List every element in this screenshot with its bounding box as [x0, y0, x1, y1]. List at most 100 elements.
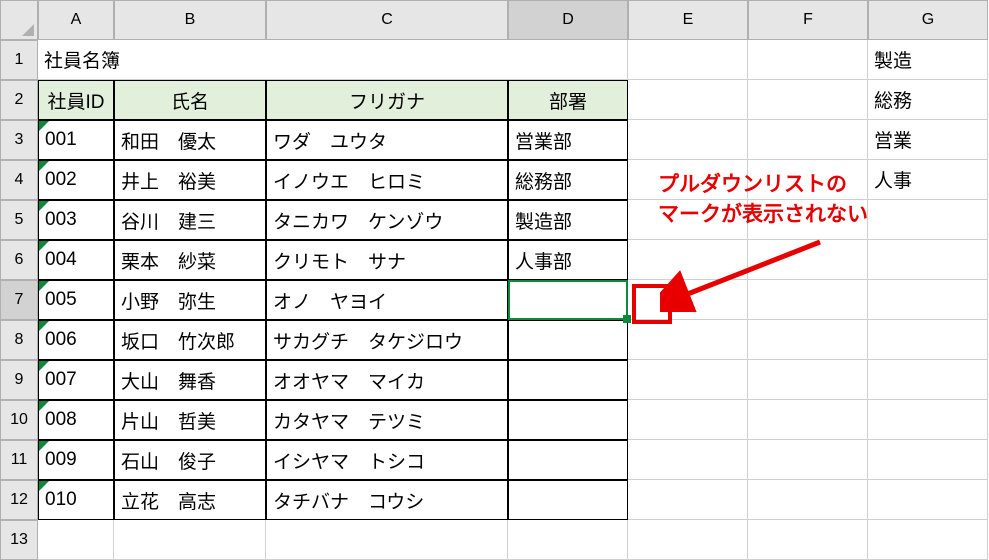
cell-A1-title[interactable]: 社員名簿 — [38, 40, 628, 80]
cell-F11[interactable] — [748, 440, 868, 480]
cell-F8[interactable] — [748, 320, 868, 360]
cell-C8[interactable]: サカグチ タケジロウ — [266, 320, 508, 360]
cell-G4[interactable]: 人事 — [868, 160, 988, 200]
col-header-B[interactable]: B — [114, 0, 266, 40]
cell-D11[interactable] — [508, 440, 628, 480]
row-header-3[interactable]: 3 — [0, 120, 38, 160]
row-header-1[interactable]: 1 — [0, 40, 38, 80]
cell-E1[interactable] — [628, 40, 748, 80]
cell-F13[interactable] — [748, 520, 868, 560]
row-header-6[interactable]: 6 — [0, 240, 38, 280]
row-header-11[interactable]: 11 — [0, 440, 38, 480]
cell-A5[interactable]: 003 — [38, 200, 114, 240]
row-header-8[interactable]: 8 — [0, 320, 38, 360]
cell-D7-selected[interactable] — [508, 280, 628, 320]
col-header-C[interactable]: C — [266, 0, 508, 40]
cell-E9[interactable] — [628, 360, 748, 400]
cell-F12[interactable] — [748, 480, 868, 520]
cell-B7[interactable]: 小野 弥生 — [114, 280, 266, 320]
cell-G6[interactable] — [868, 240, 988, 280]
row-header-2[interactable]: 2 — [0, 80, 38, 120]
cell-D12[interactable] — [508, 480, 628, 520]
cell-C9[interactable]: オオヤマ マイカ — [266, 360, 508, 400]
cell-B10[interactable]: 片山 哲美 — [114, 400, 266, 440]
cell-F6[interactable] — [748, 240, 868, 280]
cell-E2[interactable] — [628, 80, 748, 120]
cell-G11[interactable] — [868, 440, 988, 480]
cell-B12[interactable]: 立花 高志 — [114, 480, 266, 520]
cell-A2[interactable]: 社員ID — [38, 80, 114, 120]
cell-A8[interactable]: 006 — [38, 320, 114, 360]
row-header-5[interactable]: 5 — [0, 200, 38, 240]
row-header-10[interactable]: 10 — [0, 400, 38, 440]
cell-D6[interactable]: 人事部 — [508, 240, 628, 280]
col-header-G[interactable]: G — [868, 0, 988, 40]
cell-C5[interactable]: タニカワ ケンゾウ — [266, 200, 508, 240]
cell-A12[interactable]: 010 — [38, 480, 114, 520]
cell-A11[interactable]: 009 — [38, 440, 114, 480]
select-all-corner[interactable] — [0, 0, 38, 40]
cell-F2[interactable] — [748, 80, 868, 120]
cell-E12[interactable] — [628, 480, 748, 520]
cell-D5[interactable]: 製造部 — [508, 200, 628, 240]
cell-B9[interactable]: 大山 舞香 — [114, 360, 266, 400]
cell-D10[interactable] — [508, 400, 628, 440]
cell-C3[interactable]: ワダ ユウタ — [266, 120, 508, 160]
cell-E13[interactable] — [628, 520, 748, 560]
col-header-F[interactable]: F — [748, 0, 868, 40]
cell-A3[interactable]: 001 — [38, 120, 114, 160]
cell-D4[interactable]: 総務部 — [508, 160, 628, 200]
cell-G12[interactable] — [868, 480, 988, 520]
cell-E10[interactable] — [628, 400, 748, 440]
cell-B5[interactable]: 谷川 建三 — [114, 200, 266, 240]
cell-E3[interactable] — [628, 120, 748, 160]
cell-G7[interactable] — [868, 280, 988, 320]
cell-B3[interactable]: 和田 優太 — [114, 120, 266, 160]
cell-F10[interactable] — [748, 400, 868, 440]
cell-B6[interactable]: 栗本 紗菜 — [114, 240, 266, 280]
col-header-E[interactable]: E — [628, 0, 748, 40]
cell-C12[interactable]: タチバナ コウシ — [266, 480, 508, 520]
cell-D13[interactable] — [508, 520, 628, 560]
col-header-D[interactable]: D — [508, 0, 628, 40]
cell-A10[interactable]: 008 — [38, 400, 114, 440]
cell-G8[interactable] — [868, 320, 988, 360]
cell-C2[interactable]: フリガナ — [266, 80, 508, 120]
cell-A7[interactable]: 005 — [38, 280, 114, 320]
cell-F3[interactable] — [748, 120, 868, 160]
spreadsheet-grid[interactable]: A B C D E F G 1 社員名簿 製造 2 社員ID 氏名 フリガナ 部… — [0, 0, 989, 560]
cell-G2[interactable]: 総務 — [868, 80, 988, 120]
col-header-A[interactable]: A — [38, 0, 114, 40]
cell-B4[interactable]: 井上 裕美 — [114, 160, 266, 200]
cell-C7[interactable]: オノ ヤヨイ — [266, 280, 508, 320]
cell-A6[interactable]: 004 — [38, 240, 114, 280]
cell-D2[interactable]: 部署 — [508, 80, 628, 120]
fill-handle-icon[interactable] — [623, 315, 631, 323]
cell-B2[interactable]: 氏名 — [114, 80, 266, 120]
cell-D8[interactable] — [508, 320, 628, 360]
cell-G9[interactable] — [868, 360, 988, 400]
cell-A9[interactable]: 007 — [38, 360, 114, 400]
cell-G5[interactable] — [868, 200, 988, 240]
cell-A13[interactable] — [38, 520, 114, 560]
cell-G13[interactable] — [868, 520, 988, 560]
cell-C10[interactable]: カタヤマ テツミ — [266, 400, 508, 440]
cell-D9[interactable] — [508, 360, 628, 400]
cell-C4[interactable]: イノウエ ヒロミ — [266, 160, 508, 200]
cell-C11[interactable]: イシヤマ トシコ — [266, 440, 508, 480]
cell-B8[interactable]: 坂口 竹次郎 — [114, 320, 266, 360]
cell-B11[interactable]: 石山 俊子 — [114, 440, 266, 480]
cell-G10[interactable] — [868, 400, 988, 440]
cell-F9[interactable] — [748, 360, 868, 400]
cell-B13[interactable] — [114, 520, 266, 560]
cell-E8[interactable] — [628, 320, 748, 360]
cell-E11[interactable] — [628, 440, 748, 480]
row-header-13[interactable]: 13 — [0, 520, 38, 560]
row-header-12[interactable]: 12 — [0, 480, 38, 520]
cell-F7[interactable] — [748, 280, 868, 320]
row-header-9[interactable]: 9 — [0, 360, 38, 400]
cell-G3[interactable]: 営業 — [868, 120, 988, 160]
cell-E6[interactable] — [628, 240, 748, 280]
cell-F1[interactable] — [748, 40, 868, 80]
row-header-4[interactable]: 4 — [0, 160, 38, 200]
